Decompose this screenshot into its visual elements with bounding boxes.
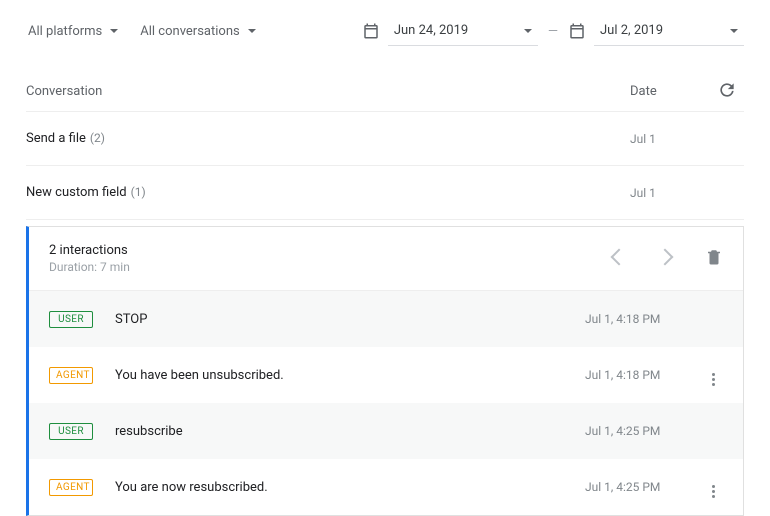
message-time: Jul 1, 4:18 PM [585,368,703,382]
message-text: resubscribe [115,424,585,439]
conversation-date: Jul 1 [630,186,710,200]
chevron-left-icon [611,248,628,265]
role-badge: AGENT [49,367,93,384]
message-text: You are now resubscribed. [115,480,585,495]
platform-dropdown-label: All platforms [28,24,102,39]
session-card: 2 interactions Duration: 7 min USERSTOPJ… [26,226,744,516]
session-header: 2 interactions Duration: 7 min [29,227,743,291]
message-more[interactable] [703,477,723,498]
conversation-list: Send a file (2) Jul 1 New custom field (1) Ju… [26,112,744,220]
message-time: Jul 1, 4:18 PM [585,312,703,326]
role-badge: USER [49,423,93,440]
message-time: Jul 1, 4:25 PM [585,480,703,494]
calendar-icon [362,22,380,40]
conversations-dropdown[interactable]: All conversations [138,20,265,43]
conversation-title: Send a file [26,131,86,146]
date-start-picker[interactable]: Jun 24, 2019 [388,16,538,46]
conversation-row[interactable]: Send a file (2) Jul 1 [26,112,744,166]
message-row: USER STOPJul 1, 4:18 PM [29,291,743,347]
column-date: Date [630,84,710,99]
message-row: AGENT You are now resubscribed.Jul 1, 4:2… [29,459,743,515]
calendar-icon [568,22,586,40]
conversation-row[interactable]: New custom field (1) Jul 1 [26,166,744,220]
conversation-count: (1) [131,185,146,199]
table-header: Conversation Date [26,54,744,112]
more-icon[interactable] [712,373,715,386]
message-row: USER resubscribeJul 1, 4:25 PM [29,403,743,459]
platform-dropdown[interactable]: All platforms [26,20,128,43]
chevron-right-icon [657,248,674,265]
column-conversation: Conversation [26,84,630,99]
date-end-value: Jul 2, 2019 [600,23,722,38]
date-end-picker[interactable]: Jul 2, 2019 [594,16,744,46]
message-text: You have been unsubscribed. [115,368,585,383]
caret-down-icon [248,29,256,33]
conversation-date: Jul 1 [630,132,710,146]
next-button[interactable] [659,251,671,267]
delete-button[interactable] [705,248,723,270]
caret-down-icon [524,29,532,33]
message-list: USERSTOPJul 1, 4:18 PMAGENTYou have been… [29,291,743,515]
caret-down-icon [110,29,118,33]
caret-down-icon [730,29,738,33]
message-text: STOP [115,312,585,327]
conversations-dropdown-label: All conversations [140,24,239,39]
role-badge: USER [49,311,93,328]
role-badge: AGENT [49,479,93,496]
refresh-button[interactable] [717,80,737,104]
message-time: Jul 1, 4:25 PM [585,424,703,438]
prev-button[interactable] [613,251,625,267]
conversation-count: (2) [90,131,105,145]
message-more[interactable] [703,365,723,386]
more-icon[interactable] [712,485,715,498]
conversation-title: New custom field [26,185,127,200]
session-interactions-count: 2 interactions [49,243,613,258]
session-duration: Duration: 7 min [49,260,613,274]
filter-bar: All platforms All conversations Jun 24, … [26,8,744,54]
message-row: AGENT You have been unsubscribed.Jul 1, 4… [29,347,743,403]
date-start-value: Jun 24, 2019 [394,23,516,38]
date-range-separator: — [538,24,568,39]
